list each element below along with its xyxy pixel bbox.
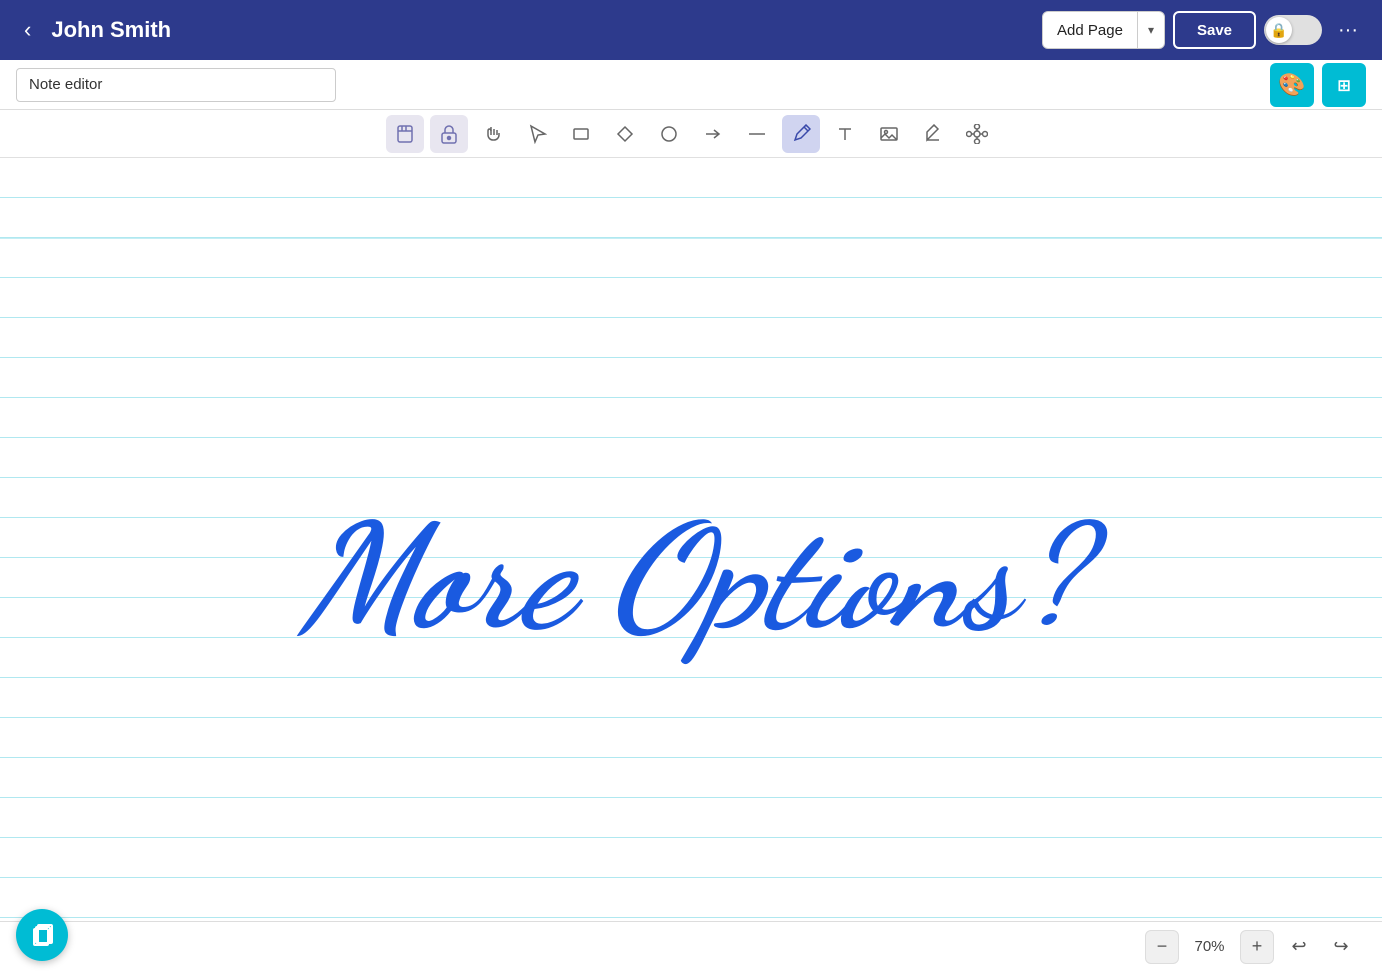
zoom-level: 70% (1187, 938, 1232, 955)
redo-icon: ↪ (1333, 936, 1348, 957)
back-button[interactable]: ‹ (16, 13, 39, 47)
text-tool[interactable] (826, 115, 864, 153)
pen-tool[interactable] (782, 115, 820, 153)
rectangle-tool[interactable] (562, 115, 600, 153)
header: ‹ John Smith Add Page ▾ Save 🔒 ··· (0, 0, 1382, 60)
add-page-label: Add Page (1043, 12, 1138, 48)
palette-button[interactable]: 🎨 (1270, 63, 1314, 107)
undo-icon: ↩ (1291, 936, 1306, 957)
bottom-bar: − 70% + ↩ ↪ (0, 921, 1382, 971)
main-content: 🎨 ⊞ (0, 60, 1382, 971)
undo-button[interactable]: ↩ (1282, 930, 1316, 964)
grid-icon: ⊞ (1338, 73, 1350, 97)
save-button[interactable]: Save (1173, 11, 1256, 49)
page-title: John Smith (51, 17, 1030, 43)
zoom-in-icon: + (1252, 936, 1263, 957)
sticky-note-tool[interactable] (386, 115, 424, 153)
toolbar (0, 110, 1382, 158)
lined-paper: More Options? (0, 158, 1382, 921)
lock-toggle[interactable]: 🔒 (1264, 15, 1322, 45)
zoom-out-icon: − (1157, 936, 1168, 957)
add-page-button[interactable]: Add Page ▾ (1042, 11, 1165, 49)
select-tool[interactable] (518, 115, 556, 153)
zoom-out-button[interactable]: − (1145, 930, 1179, 964)
note-editor-input[interactable] (16, 68, 336, 102)
lock-tool[interactable] (430, 115, 468, 153)
header-right: Add Page ▾ Save 🔒 ··· (1042, 11, 1366, 49)
eraser-tool[interactable] (914, 115, 952, 153)
circle-tool[interactable] (650, 115, 688, 153)
zoom-in-button[interactable]: + (1240, 930, 1274, 964)
redo-button[interactable]: ↪ (1324, 930, 1358, 964)
lock-toggle-knob: 🔒 (1266, 17, 1292, 43)
note-editor-bar: 🎨 ⊞ (0, 60, 1382, 110)
add-page-dropdown-arrow[interactable]: ▾ (1138, 12, 1164, 48)
more-options-button[interactable]: ··· (1330, 15, 1366, 46)
diagram-tool[interactable] (958, 115, 996, 153)
image-tool[interactable] (870, 115, 908, 153)
line-tool[interactable] (738, 115, 776, 153)
diamond-tool[interactable] (606, 115, 644, 153)
note-editor-right-buttons: 🎨 ⊞ (1270, 63, 1366, 107)
arrow-tool[interactable] (694, 115, 732, 153)
hand-tool[interactable] (474, 115, 512, 153)
canvas-area[interactable]: More Options? (0, 158, 1382, 921)
palette-icon: 🎨 (1278, 72, 1305, 98)
pages-button[interactable] (16, 909, 68, 961)
grid-button[interactable]: ⊞ (1322, 63, 1366, 107)
